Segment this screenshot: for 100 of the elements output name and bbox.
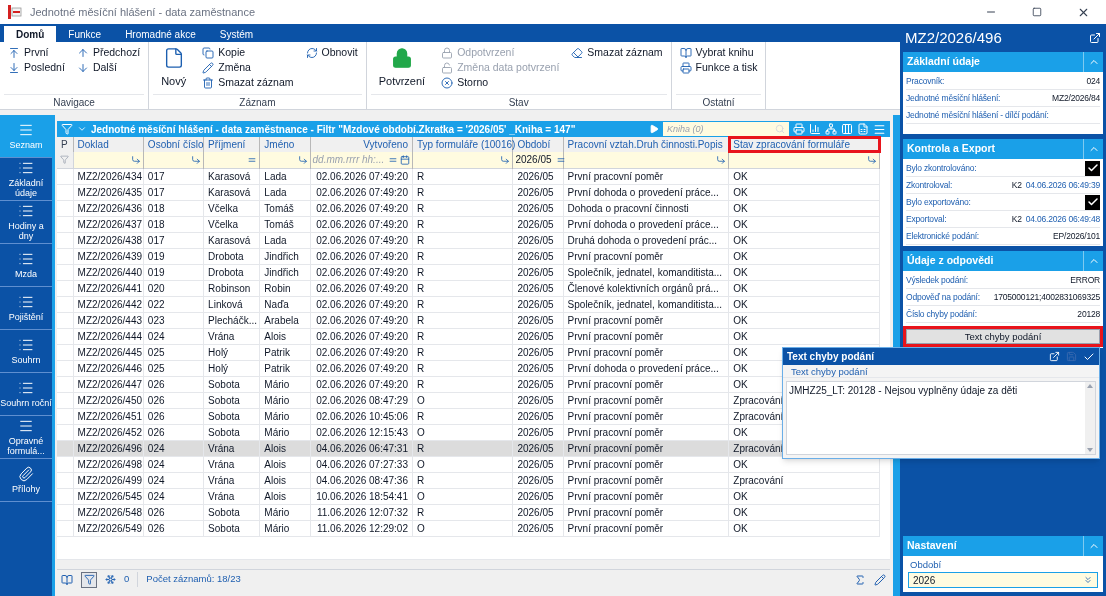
table-cell: OK [728,488,880,504]
table-cell: Zpracování [728,472,880,488]
table-cell: První dohoda o provedení práce... [563,216,729,232]
table-cell: 11.06.2026 12:07:32 [310,504,413,520]
table-cell: 02.06.2026 12:15:43 [310,424,413,440]
field-label: Odpověď na podání: [906,290,980,304]
field-value: MZ2/2026/84 [1052,91,1100,105]
table-cell: MZ2/2026/450 [73,392,144,408]
table-cell: 2026/05 [512,456,564,472]
table-cell: MZ2/2026/435 [73,184,144,200]
status-count: 0 [124,572,130,587]
table-cell: 020 [143,280,204,296]
field-label: Pracovník: [906,74,945,88]
table-cell: 2026/05 [512,504,564,520]
table-cell: První pracovní poměr [563,408,729,424]
table-cell: 2026/05 [512,472,564,488]
user-code: K2 [1011,178,1022,192]
table-cell: Vrána [203,328,260,344]
window-title: Jednotné měsíční hlášení - data zaměstnance [30,4,256,20]
table-cell: OK [728,168,880,184]
table-cell: 2026/05 [512,520,564,536]
field-label: Zkontroloval: [906,178,953,192]
table-cell: První pracovní poměr [563,168,729,184]
table-cell: 2026/05 [512,328,564,344]
table-cell: Dohoda o pracovní činnosti [563,200,729,216]
table-cell: R [412,376,513,392]
table-cell: Naďa [259,296,311,312]
table-cell: MZ2/2026/445 [73,344,144,360]
table-cell: 017 [143,184,204,200]
table-cell: OK [728,184,880,200]
field-value: ERROR [1070,273,1100,287]
table-cell: Alois [259,472,311,488]
table-cell: 04.06.2026 07:27:33 [310,456,413,472]
table-cell: R [412,200,513,216]
table-cell: 024 [143,440,204,456]
table-cell: 02.06.2026 08:47:29 [310,392,413,408]
table-cell: O [412,456,513,472]
table-cell: 02.06.2026 07:49:20 [310,344,413,360]
table-cell: R [412,296,513,312]
table-cell: 2026/05 [512,408,564,424]
table-cell: První pracovní poměr [563,344,729,360]
table-cell: Vrána [203,456,260,472]
table-cell: R [412,216,513,232]
table-cell: 2026/05 [512,312,564,328]
table-cell: Alois [259,440,311,456]
table-cell: Linková [203,296,260,312]
table-cell: O [412,392,513,408]
table-cell: Vrána [203,472,260,488]
field-value: 1705000121;4002831069325 [993,290,1100,304]
table-cell: 2026/05 [512,216,564,232]
table-cell: OK [728,328,880,344]
table-cell: Robinson [203,280,260,296]
table-cell: 02.06.2026 07:49:20 [310,328,413,344]
field-value: EP/2026/101 [1053,229,1100,243]
table-cell: Jindřich [259,264,311,280]
table-cell: R [412,344,513,360]
table-cell: První pracovní poměr [563,440,729,456]
table-cell: Arabela [259,312,311,328]
timestamp: 04.06.2026 06:49:39 [1025,178,1100,192]
table-cell: Holý [203,360,260,376]
table-cell: 2026/05 [512,424,564,440]
table-cell: První pracovní poměr [563,376,729,392]
table-cell: MZ2/2026/442 [73,296,144,312]
table-cell: 026 [143,392,204,408]
table-cell: O [412,488,513,504]
field-label: Bylo exportováno: [906,195,971,209]
table-cell: MZ2/2026/446 [73,360,144,376]
table-cell: 02.06.2026 07:49:20 [310,312,413,328]
table-cell: Lada [259,184,311,200]
table-cell: Jindřich [259,248,311,264]
table-cell: 04.06.2026 08:47:36 [310,472,413,488]
table-cell: R [412,360,513,376]
table-cell: 02.06.2026 07:49:20 [310,296,413,312]
table-cell: MZ2/2026/434 [73,168,144,184]
field-label: Elektronické podání: [906,229,980,243]
table-cell: R [412,504,513,520]
table-cell: 026 [143,424,204,440]
ribbon-group-label: Ostatní [702,95,735,109]
table-cell: První pracovní poměr [563,488,729,504]
table-cell: 017 [143,168,204,184]
table-cell: MZ2/2026/548 [73,504,144,520]
table-cell: První dohoda o provedení práce... [563,184,729,200]
section-title: Základní údaje [907,54,980,70]
table-cell: 02.06.2026 07:49:20 [310,248,413,264]
table-cell: Společník, jednatel, komanditista... [563,264,729,280]
table-cell: 023 [143,312,204,328]
table-cell: 02.06.2026 07:49:20 [310,280,413,296]
table-cell: Vrána [203,488,260,504]
table-cell: 02.06.2026 07:49:20 [310,168,413,184]
table-cell: První pracovní poměr [563,392,729,408]
table-cell: OK [728,520,880,536]
table-cell: R [412,264,513,280]
table-cell: 2026/05 [512,168,564,184]
table-cell: R [412,232,513,248]
table-cell: Mário [259,408,311,424]
table-cell: MZ2/2026/498 [73,456,144,472]
table-cell: R [412,248,513,264]
table-cell: Lada [259,232,311,248]
table-cell: 025 [143,360,204,376]
table-cell: MZ2/2026/440 [73,264,144,280]
